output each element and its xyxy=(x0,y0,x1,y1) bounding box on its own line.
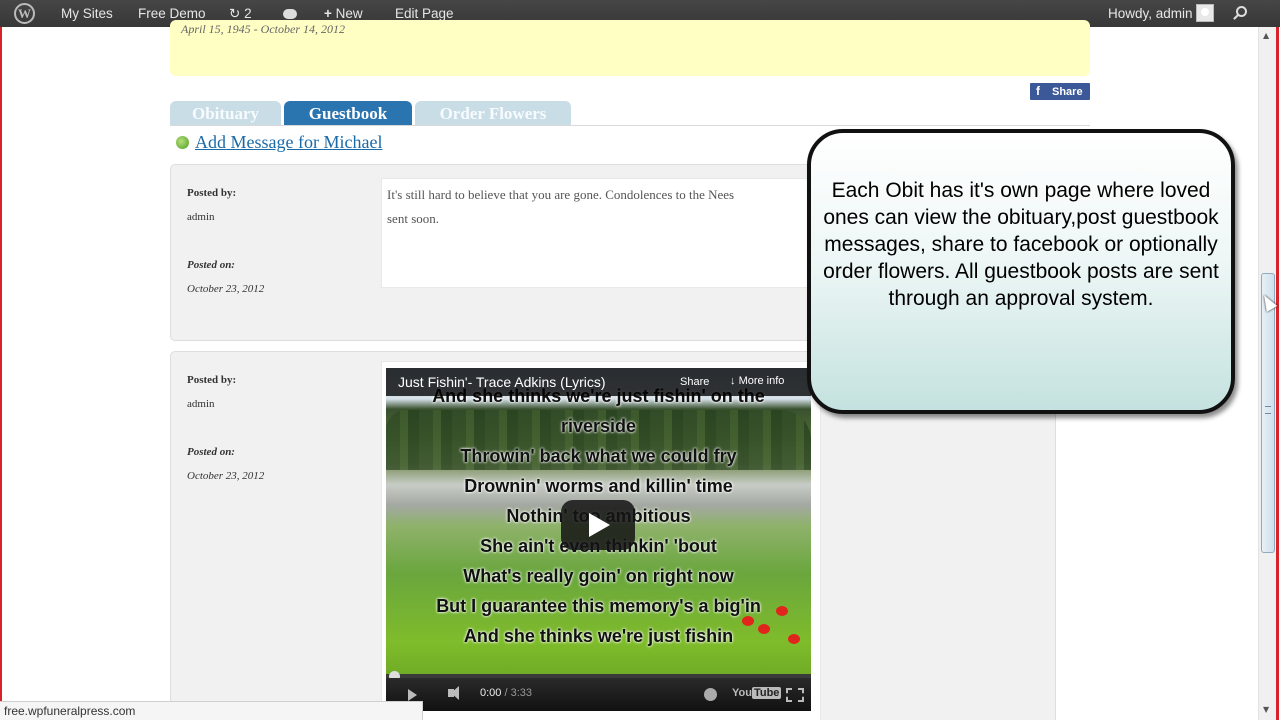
add-message-link[interactable]: Add Message for Michael xyxy=(176,132,382,153)
video-controls: 0:00 / 3:33 You Tube xyxy=(386,678,811,711)
search-icon[interactable] xyxy=(1236,6,1247,17)
youtube-logo-you: You xyxy=(732,687,752,699)
lyric-line: riverside xyxy=(560,416,637,436)
lyric-line: And she thinks we're just fishin xyxy=(463,626,734,646)
play-button-icon[interactable] xyxy=(561,500,635,550)
window-edge-right xyxy=(1276,27,1279,720)
volume-icon[interactable] xyxy=(448,686,459,700)
comment-bubble-icon xyxy=(283,9,297,19)
video-time: 0:00 / 3:33 xyxy=(480,687,532,699)
flower-decoration xyxy=(742,616,754,626)
chevron-down-icon: ↓ xyxy=(730,375,736,387)
scrollbar-thumb[interactable] xyxy=(1261,273,1275,553)
duration: / 3:33 xyxy=(504,687,533,699)
add-message-label: Add Message for Michael xyxy=(195,132,383,152)
tab-order-flowers[interactable]: Order Flowers xyxy=(415,101,571,126)
scroll-down-arrow-icon[interactable]: ▼ xyxy=(1263,705,1269,714)
lyric-line: Throwin' back what we could fry xyxy=(460,446,737,466)
flower-decoration xyxy=(788,634,800,644)
facebook-share-label: Share xyxy=(1052,86,1083,98)
status-bar-url: free.wpfuneralpress.com xyxy=(0,701,423,720)
video-more-info-button[interactable]: ↓ More info xyxy=(730,375,784,387)
lyric-line: What's really goin' on right now xyxy=(463,566,734,586)
posted-on-label: Posted on: xyxy=(187,259,235,271)
life-dates: April 15, 1945 - October 14, 2012 xyxy=(181,22,345,36)
youtube-logo[interactable]: You Tube xyxy=(732,687,782,699)
play-icon[interactable] xyxy=(408,689,417,701)
flower-decoration xyxy=(776,606,788,616)
video-title[interactable]: Just Fishin'- Trace Adkins (Lyrics) xyxy=(398,374,606,390)
add-circle-icon xyxy=(176,136,189,149)
tab-guestbook[interactable]: Guestbook xyxy=(284,101,412,126)
lyric-line: But I guarantee this memory's a big'in xyxy=(436,596,761,616)
annotation-callout: Each Obit has it's own page where loved … xyxy=(807,129,1235,414)
tab-divider xyxy=(170,125,1090,126)
posted-on-label: Posted on: xyxy=(187,446,235,458)
facebook-share-button[interactable]: f Share xyxy=(1030,83,1090,100)
callout-text: Each Obit has it's own page where loved … xyxy=(823,179,1219,310)
flower-decoration xyxy=(758,624,770,634)
post-author: admin xyxy=(187,398,215,410)
youtube-logo-tube: Tube xyxy=(751,687,782,699)
howdy-account-menu[interactable]: Howdy, admin xyxy=(1108,0,1193,27)
watch-later-clock-icon[interactable] xyxy=(704,688,717,701)
scroll-up-arrow-icon[interactable]: ▲ xyxy=(1263,31,1269,40)
refresh-icon: ↻ xyxy=(229,6,241,21)
video-title-bar: Just Fishin'- Trace Adkins (Lyrics) Shar… xyxy=(386,368,811,396)
post-author: admin xyxy=(187,211,215,223)
fullscreen-icon[interactable] xyxy=(786,688,804,702)
current-time: 0:00 xyxy=(480,687,502,699)
wordpress-logo-icon[interactable]: W xyxy=(14,3,35,24)
post-date: October 23, 2012 xyxy=(187,470,265,482)
new-label: New xyxy=(335,6,363,21)
avatar[interactable] xyxy=(1196,4,1214,22)
plus-icon: + xyxy=(324,6,332,21)
lyric-line: Drownin' worms and killin' time xyxy=(464,476,733,496)
post-date: October 23, 2012 xyxy=(187,283,265,295)
tab-obituary[interactable]: Obituary xyxy=(170,101,281,126)
my-sites-menu[interactable]: My Sites xyxy=(61,0,113,27)
facebook-icon: f xyxy=(1036,84,1040,98)
youtube-video-player[interactable]: And she thinks we're just fishin' on the… xyxy=(386,368,811,711)
more-info-label: More info xyxy=(738,375,785,387)
scroll-grip-icon xyxy=(1265,406,1271,414)
posted-by-label: Posted by: xyxy=(187,187,237,199)
window-edge-left xyxy=(0,27,2,720)
vertical-scrollbar[interactable]: ▲ ▼ xyxy=(1258,27,1276,720)
video-share-button[interactable]: Share xyxy=(680,376,709,388)
posted-by-label: Posted by: xyxy=(187,374,237,386)
updates-count: 2 xyxy=(244,6,252,21)
